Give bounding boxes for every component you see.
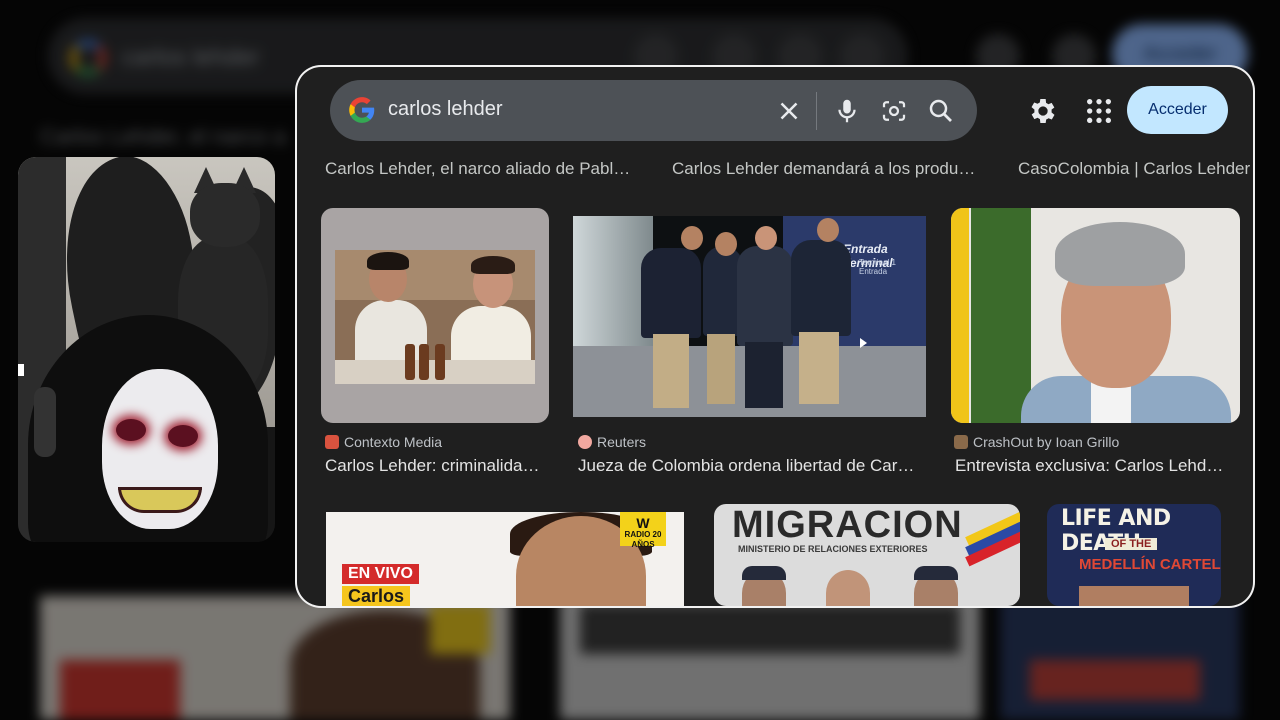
webcam-mask-eye-left — [116, 419, 146, 441]
play-marker-icon — [860, 338, 867, 348]
result-source-label: Contexto Media — [344, 434, 443, 450]
background-image-3 — [1000, 596, 1240, 720]
background-query: carlos lehder — [122, 44, 260, 71]
cursor-marker — [18, 364, 24, 376]
migracion-person-cap — [914, 566, 958, 580]
officer-head — [817, 218, 839, 242]
result-source-label: CrashOut by Ioan Grillo — [973, 434, 1120, 450]
background-image-1-badge — [60, 660, 180, 720]
w-radio-logo-sub: RADIO 20 AÑOS — [624, 530, 662, 549]
portrait-plants — [971, 208, 1031, 423]
search-bar[interactable]: carlos lehder — [330, 80, 977, 141]
background-google-logo — [70, 40, 106, 76]
webcam-mask-mouth — [118, 487, 202, 513]
contexto-media-favicon-icon — [325, 435, 339, 449]
man-in-suit-figure — [737, 246, 793, 346]
officer-legs — [653, 334, 689, 408]
result-caption[interactable]: Carlos Lehder demandará a los produ… — [672, 159, 992, 179]
man-in-suit-legs — [745, 342, 783, 408]
officer-figure — [791, 240, 851, 336]
webcam-overlay — [18, 157, 275, 542]
gear-icon[interactable] — [1027, 95, 1059, 127]
photo-person-right-hair — [471, 256, 515, 274]
officer-head — [681, 226, 703, 250]
webcam-mask-eye-right — [168, 425, 198, 447]
book-of-the: OF THE — [1105, 538, 1158, 550]
result-source-label: Reuters — [597, 434, 647, 450]
photo-bottle — [419, 344, 429, 380]
man-in-suit-head — [755, 226, 777, 250]
apps-grid-icon[interactable] — [1083, 95, 1115, 127]
w-radio-logo: W RADIO 20 AÑOS — [620, 512, 666, 549]
portrait-yellow-frame — [951, 208, 969, 423]
image-result-wradio[interactable]: EN VIVO Carlos W RADIO 20 AÑOS — [326, 512, 684, 606]
background-image-2-title — [580, 604, 960, 654]
signin-button[interactable]: Acceder — [1127, 86, 1228, 134]
image-result-book-cover[interactable]: LIFE AND DEATH OF THE MEDELLÍN CARTEL — [1047, 504, 1221, 606]
background-caption: Carlos Lehder, el narco a — [40, 124, 286, 149]
photo-bottle — [435, 344, 445, 380]
google-lens-icon[interactable] — [879, 96, 909, 126]
image-search-window: carlos lehder Acceder Carlos Lehder, el … — [297, 67, 1253, 606]
photo-person-left-hair — [367, 252, 409, 270]
image-result-migracion[interactable]: MIGRACION MINISTERIO DE RELACIONES EXTER… — [714, 504, 1020, 606]
search-bar-divider — [816, 92, 817, 130]
officer-figure — [641, 248, 701, 338]
officer-head — [715, 232, 737, 256]
image-result-reuters[interactable]: Entrada Terminal Terminal 1 Entrada — [573, 216, 926, 417]
result-title[interactable]: Jueza de Colombia ordena libertad de Car… — [578, 456, 938, 476]
search-icon[interactable] — [926, 96, 956, 126]
ministerio-subheading: MINISTERIO DE RELACIONES EXTERIORES — [738, 544, 928, 554]
en-vivo-label: EN VIVO — [342, 564, 419, 584]
search-input[interactable]: carlos lehder — [388, 98, 503, 121]
webcam-headphone — [34, 387, 56, 457]
officer-legs — [799, 332, 839, 404]
result-source[interactable]: Reuters — [578, 434, 646, 450]
airport-sign-sub: Terminal 1 Entrada — [859, 258, 896, 276]
photo-bottle — [405, 344, 415, 380]
migracion-heading: MIGRACION — [732, 504, 963, 546]
carlos-label: Carlos — [342, 586, 411, 606]
close-icon[interactable] — [774, 96, 804, 126]
officer-legs — [707, 334, 735, 404]
migracion-person-cap — [742, 566, 786, 580]
w-radio-logo-letter: W — [636, 515, 650, 531]
result-caption[interactable]: CasoColombia | Carlos Lehder — [1018, 159, 1253, 179]
result-title[interactable]: Entrevista exclusiva: Carlos Lehd… — [955, 456, 1245, 476]
old-photo-thumbnail — [335, 250, 535, 384]
result-source[interactable]: Contexto Media — [325, 434, 442, 450]
webcam-statue-head — [190, 183, 260, 247]
portrait-hair — [1055, 222, 1185, 286]
result-source[interactable]: CrashOut by Ioan Grillo — [954, 434, 1119, 450]
result-caption[interactable]: Carlos Lehder, el narco aliado de Pabl… — [325, 159, 645, 179]
result-title[interactable]: Carlos Lehder: criminalida… — [325, 456, 557, 476]
book-subtitle: MEDELLÍN CARTEL — [1079, 556, 1221, 573]
crashout-favicon-icon — [954, 435, 968, 449]
book-cover-photo — [1079, 586, 1189, 606]
reuters-favicon-icon — [578, 435, 592, 449]
microphone-icon[interactable] — [832, 96, 862, 126]
background-image-3-title — [1030, 660, 1200, 700]
background-image-1-logo — [430, 604, 490, 654]
google-logo-icon — [349, 97, 375, 123]
migracion-person — [826, 570, 870, 606]
image-result-contexto-media[interactable] — [321, 208, 549, 423]
image-result-crashout[interactable] — [951, 208, 1240, 423]
